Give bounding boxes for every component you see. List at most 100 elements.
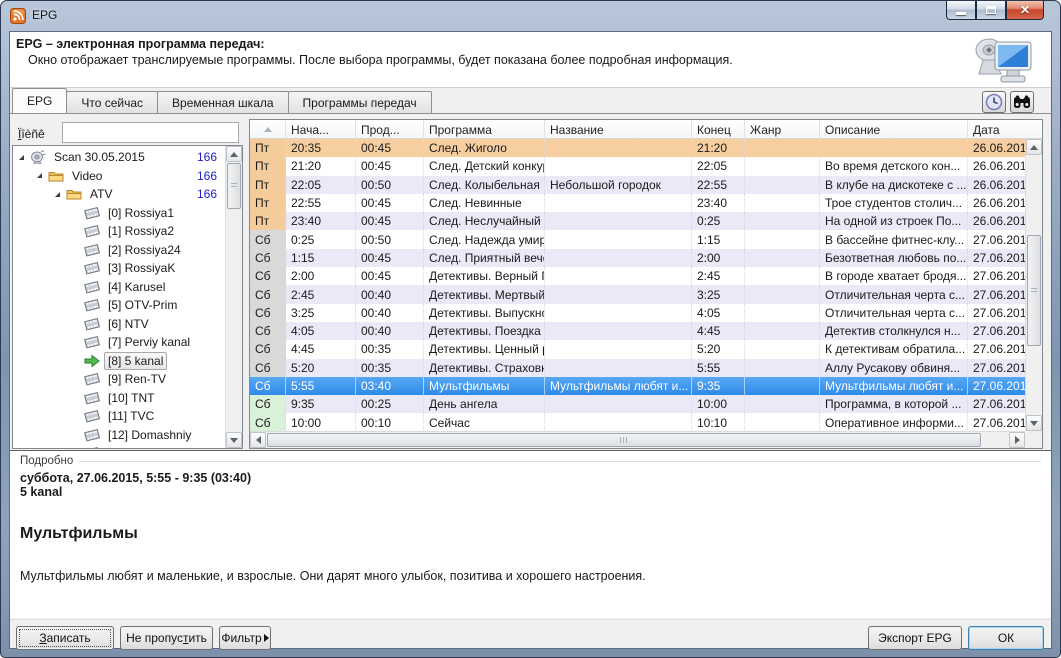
table-row[interactable]: Пт 21:20 00:45 След. Детский конкурс ...…: [250, 157, 1025, 175]
header-name[interactable]: Название: [545, 120, 692, 139]
tree-item[interactable]: [3] RossiyaK: [13, 259, 225, 278]
cell-name: [545, 359, 692, 377]
cell-duration: 00:35: [356, 359, 424, 377]
timeshift-clock-button[interactable]: [982, 91, 1006, 113]
tree-item[interactable]: [9] Ren-TV: [13, 370, 225, 389]
table-body: Пт 20:35 00:45 След. Жиголо 21:20 26.06.…: [250, 139, 1025, 431]
table-row[interactable]: Сб 4:45 00:35 Детективы. Ценный ре... 5:…: [250, 340, 1025, 358]
cell-date: 26.06.2015: [968, 176, 1025, 194]
scroll-right-button[interactable]: [1009, 432, 1025, 448]
tree-scroll-thumb[interactable]: [227, 163, 241, 209]
record-button[interactable]: Записать: [16, 626, 114, 650]
table-row[interactable]: Сб 1:15 00:45 След. Приятный вечер 2:00 …: [250, 249, 1025, 267]
header-genre[interactable]: Жанр: [745, 120, 820, 139]
cell-end: 0:25: [692, 212, 745, 230]
search-binoculars-button[interactable]: [1010, 91, 1034, 113]
scroll-down-button[interactable]: [226, 432, 242, 448]
table-row[interactable]: Пт 22:55 00:45 След. Невинные 23:40 Трое…: [250, 194, 1025, 212]
tree-item[interactable]: [12] Domashniy: [13, 426, 225, 445]
table-scroll-thumb[interactable]: [1027, 235, 1041, 346]
tree-item[interactable]: [7] Perviy kanal: [13, 333, 225, 352]
table-row[interactable]: Сб 9:35 00:25 День ангела 10:00 Программ…: [250, 395, 1025, 413]
close-button[interactable]: ✕: [1006, 1, 1044, 20]
header-start[interactable]: Нача...: [286, 120, 356, 139]
tree-item[interactable]: Scan 30.05.2015 166: [13, 148, 225, 167]
table-horizontal-scrollbar[interactable]: [250, 431, 1025, 448]
tab[interactable]: Временная шкала: [157, 91, 289, 113]
export-epg-button[interactable]: Экспорт EPG: [868, 626, 962, 650]
tab[interactable]: EPG: [12, 88, 67, 113]
header-date[interactable]: Дата: [968, 120, 1027, 139]
table-hscroll-thumb[interactable]: [267, 433, 981, 447]
maximize-button[interactable]: [976, 1, 1006, 20]
minimize-button[interactable]: [946, 1, 976, 20]
header-end[interactable]: Конец: [692, 120, 745, 139]
tree-item[interactable]: [6] NTV: [13, 315, 225, 334]
table-row[interactable]: Сб 3:25 00:40 Детективы. Выпускной 4:05 …: [250, 304, 1025, 322]
table-row[interactable]: Сб 4:05 00:40 Детективы. Поездка в ... 4…: [250, 322, 1025, 340]
tab[interactable]: Что сейчас: [66, 91, 158, 113]
search-input[interactable]: [62, 122, 239, 143]
tree-item[interactable]: [11] TVC: [13, 407, 225, 426]
header-day-sort[interactable]: [250, 120, 286, 139]
cell-date: 26.06.2015: [968, 139, 1025, 157]
filter-button[interactable]: Фильтр: [219, 626, 271, 650]
cell-day: Пт: [250, 212, 286, 230]
cell-start: 0:25: [286, 230, 356, 248]
cell-name: [545, 395, 692, 413]
tree-item-count: 166: [197, 150, 217, 164]
tree-item[interactable]: Video 166: [13, 167, 225, 186]
scroll-down-button[interactable]: [1026, 415, 1042, 431]
tree-item[interactable]: [4] Karusel: [13, 278, 225, 297]
expander-icon[interactable]: [37, 173, 42, 178]
table-row[interactable]: Сб 10:00 00:10 Сейчас 10:10 Оперативное …: [250, 413, 1025, 431]
table-row[interactable]: Пт 22:05 00:50 След. Колыбельная Небольш…: [250, 176, 1025, 194]
satellite-icon: [30, 150, 46, 164]
tree-item[interactable]: [0] Rossiya1: [13, 204, 225, 223]
scroll-left-button[interactable]: [250, 432, 266, 448]
cell-day: Пт: [250, 139, 286, 157]
arrow-up-icon: [230, 152, 238, 157]
ok-button[interactable]: ОК: [968, 626, 1044, 650]
tree-item[interactable]: [10] TNT: [13, 389, 225, 408]
bottom-button-bar: Записать Не пропустить Фильтр Экспорт EP…: [10, 619, 1051, 648]
cell-date: 26.06.2015: [968, 212, 1025, 230]
dont-miss-button[interactable]: Не пропустить: [120, 626, 213, 650]
table-row[interactable]: Сб 5:55 03:40 Мультфильмы Мультфильмы лю…: [250, 377, 1025, 395]
thumb-grip: [231, 183, 237, 189]
expander-icon[interactable]: [19, 155, 24, 160]
header-description[interactable]: Описание: [820, 120, 968, 139]
cell-start: 22:05: [286, 176, 356, 194]
header-duration[interactable]: Прод...: [356, 120, 424, 139]
table-vertical-scrollbar[interactable]: [1025, 139, 1042, 431]
cell-duration: 00:40: [356, 304, 424, 322]
header-program[interactable]: Программа: [424, 120, 545, 139]
tree-item[interactable]: [2] Rossiya24: [13, 241, 225, 260]
tree-item[interactable]: [1] Rossiya2: [13, 222, 225, 241]
tab-label: EPG: [27, 94, 52, 108]
tree-item[interactable]: [5] OTV-Prim: [13, 296, 225, 315]
scroll-up-button[interactable]: [1026, 139, 1042, 155]
cell-program: След. Детский конкурс ...: [424, 157, 545, 175]
titlebar[interactable]: EPG ✕: [1, 1, 1060, 31]
tree-item-label: [1] Rossiya2: [104, 222, 178, 240]
table-row[interactable]: Сб 0:25 00:50 След. Надежда умирает... 1…: [250, 230, 1025, 248]
cell-duration: 00:50: [356, 230, 424, 248]
table-row[interactable]: Сб 2:00 00:45 Детективы. Верный Гри... 2…: [250, 267, 1025, 285]
table-row[interactable]: Сб 5:20 00:35 Детективы. Страховка 5:55 …: [250, 359, 1025, 377]
cell-end: 2:45: [692, 267, 745, 285]
tree-item[interactable]: [8] 5 kanal: [13, 352, 225, 371]
tree-item[interactable]: [13] Piatnitza: [13, 444, 225, 449]
tree-item[interactable]: ATV 166: [13, 185, 225, 204]
tree-vertical-scrollbar[interactable]: [225, 146, 242, 448]
table-row[interactable]: Пт 20:35 00:45 След. Жиголо 21:20 26.06.…: [250, 139, 1025, 157]
filmstrip-icon: [84, 446, 100, 449]
cell-duration: 00:40: [356, 322, 424, 340]
tab[interactable]: Программы передач: [288, 91, 432, 113]
scroll-up-button[interactable]: [226, 146, 242, 162]
table-row[interactable]: Пт 23:40 00:45 След. Неслучайный вз... 0…: [250, 212, 1025, 230]
table-row[interactable]: Сб 2:45 00:40 Детективы. Мертвый гл... 3…: [250, 285, 1025, 303]
cell-end: 21:20: [692, 139, 745, 157]
expander-icon[interactable]: [55, 192, 60, 197]
cell-genre: [745, 340, 820, 358]
